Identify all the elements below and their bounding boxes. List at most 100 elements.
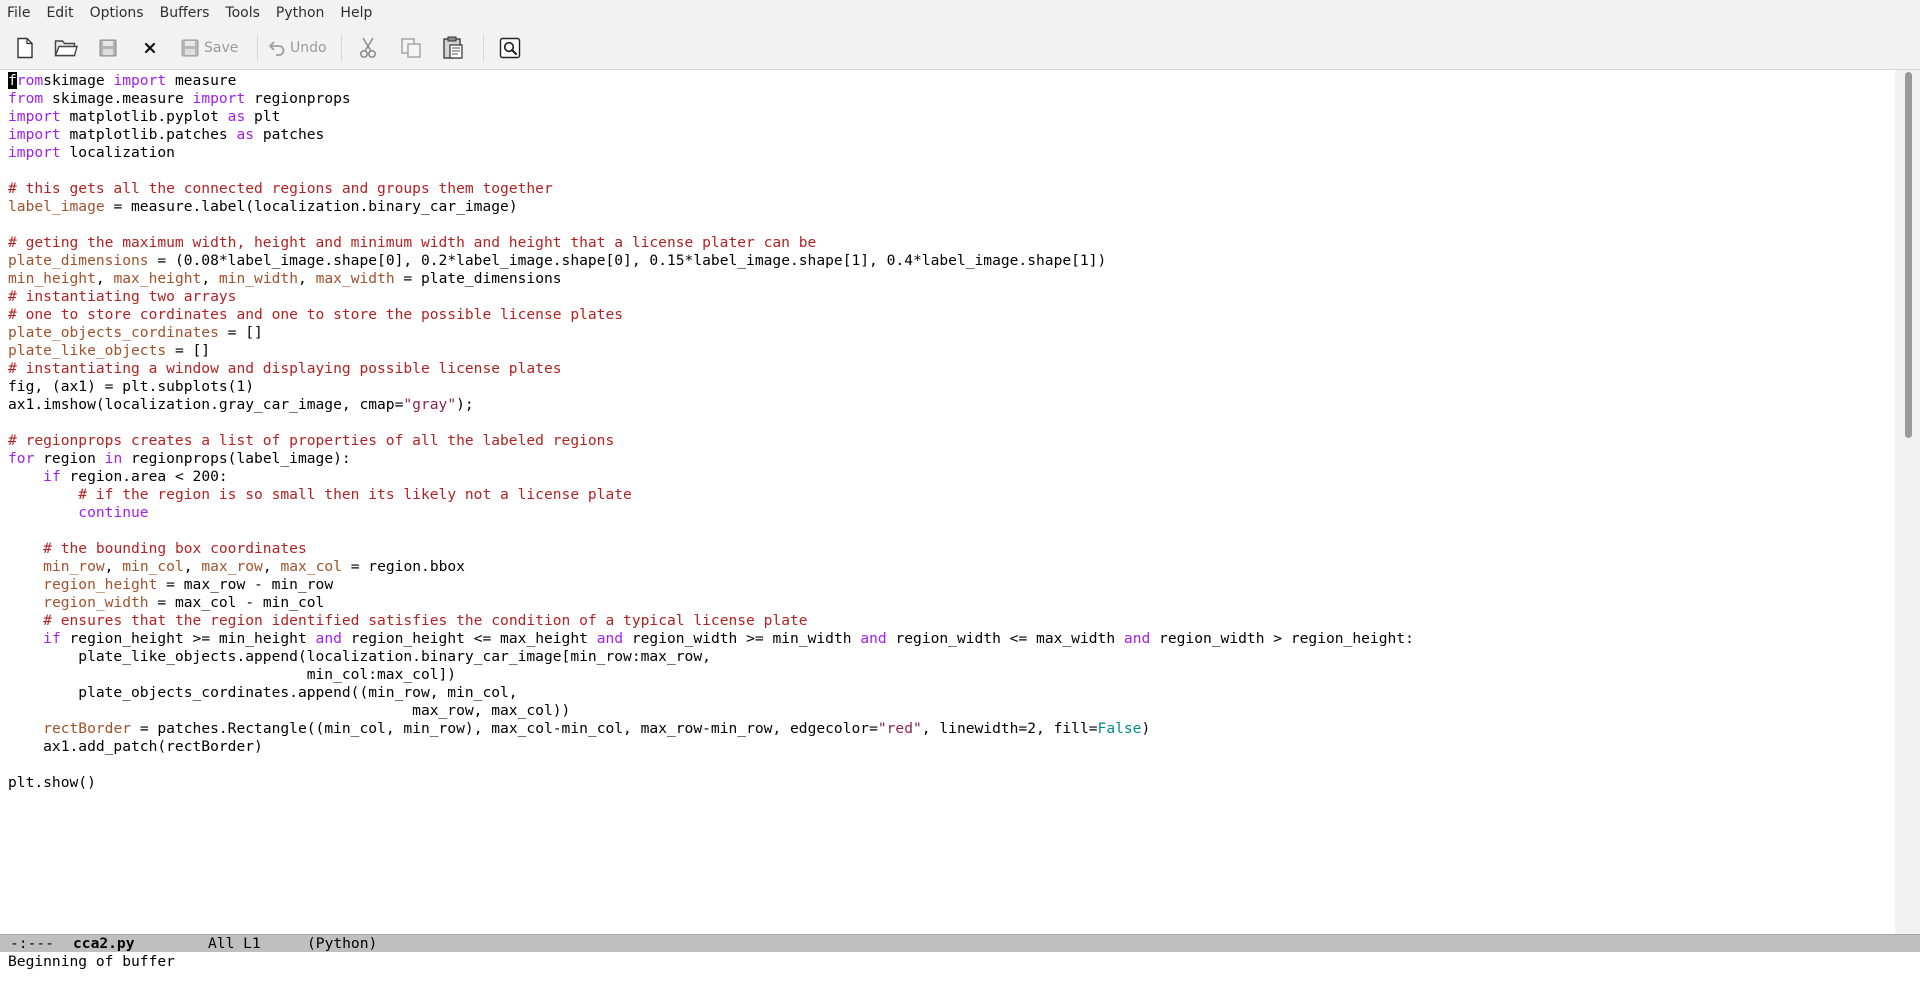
code-line[interactable]: if region_height >= min_height and regio… [8,630,1892,648]
code-token: matplotlib.patches [60,126,237,143]
code-line[interactable]: fromskimage import measure [8,72,1892,90]
code-token: region_height >= min_height [60,630,316,647]
code-line[interactable]: plate_objects_cordinates.append((min_row… [8,684,1892,702]
code-token: plt.show() [8,774,96,791]
menu-edit[interactable]: Edit [38,0,81,26]
code-line[interactable]: ​ [8,216,1892,234]
code-line[interactable]: # this gets all the connected regions an… [8,180,1892,198]
code-text[interactable]: fromskimage import measure from skimage.m… [8,70,1892,792]
disk-button[interactable] [96,34,120,62]
keyword-token: continue [78,504,149,521]
code-line[interactable]: ​ [8,522,1892,540]
code-line[interactable]: continue [8,504,1892,522]
code-line[interactable]: for region in regionprops(label_image): [8,450,1892,468]
save-icon [181,39,199,57]
vertical-scrollbar[interactable] [1895,70,1920,936]
code-line[interactable]: if region.area < 200: [8,468,1892,486]
search-button[interactable] [496,34,524,62]
code-token: localization [60,144,175,161]
code-line[interactable]: # regionprops creates a list of properti… [8,432,1892,450]
code-token: regionprops [245,90,351,107]
close-button[interactable] [140,34,160,62]
keyword-token: import [8,126,61,143]
code-line[interactable]: rectBorder = patches.Rectangle((min_col,… [8,720,1892,738]
keyword-token: as [236,126,255,143]
code-token: ); [456,396,474,413]
code-line[interactable]: fig, (ax1) = plt.subplots(1) [8,378,1892,396]
menu-options[interactable]: Options [82,0,152,26]
paste-icon [443,36,463,59]
code-line[interactable]: # one to store cordinates and one to sto… [8,306,1892,324]
save-button[interactable]: Save [180,34,242,62]
cut-button[interactable] [354,34,382,62]
text-cursor: f [8,72,17,89]
code-line[interactable]: label_image = measure.label(localization… [8,198,1892,216]
scrollbar-thumb[interactable] [1905,72,1912,438]
code-line[interactable]: # the bounding box coordinates [8,540,1892,558]
code-token: = (0.08*label_image.shape[0], 0.2*label_… [148,252,1107,269]
code-token: = [] [166,342,211,359]
code-line[interactable]: # instantiating two arrays [8,288,1892,306]
code-token: , [262,558,281,575]
open-file-button[interactable] [52,34,80,62]
copy-icon [401,38,421,58]
copy-button[interactable] [397,34,425,62]
code-line[interactable]: # geting the maximum width, height and m… [8,234,1892,252]
code-line[interactable]: plate_dimensions = (0.08*label_image.sha… [8,252,1892,270]
code-token: min_col:max_col]) [8,666,457,683]
code-line[interactable]: import matplotlib.pyplot as plt [8,108,1892,126]
menu-python[interactable]: Python [268,0,333,26]
new-file-button[interactable] [12,34,38,62]
code-line[interactable]: min_height, max_height, min_width, max_w… [8,270,1892,288]
code-line[interactable]: plate_objects_cordinates = [] [8,324,1892,342]
string-token: "gray" [403,396,457,413]
menu-help[interactable]: Help [332,0,380,26]
code-line[interactable]: from skimage.measure import regionprops [8,90,1892,108]
code-line[interactable]: import matplotlib.patches as patches [8,126,1892,144]
code-line[interactable]: ax1.imshow(localization.gray_car_image, … [8,396,1892,414]
modeline-major-mode[interactable]: (Python) [307,935,377,952]
menu-bar: File Edit Options Buffers Tools Python H… [0,0,1920,26]
keyword-token: and [315,630,342,647]
code-line[interactable]: ax1.add_patch(rectBorder) [8,738,1892,756]
keyword-token: in [104,450,123,467]
code-line[interactable]: import localization [8,144,1892,162]
code-line[interactable]: min_col:max_col]) [8,666,1892,684]
code-line[interactable]: region_width = max_col - min_col [8,594,1892,612]
code-line[interactable]: plate_like_objects = [] [8,342,1892,360]
keyword-token: for [8,450,35,467]
paste-button[interactable] [439,34,467,62]
keyword-token: and [1123,630,1151,647]
code-token: ax1.add_patch(rectBorder) [8,738,263,755]
code-line[interactable]: # if the region is so small then its lik… [8,486,1892,504]
code-line[interactable]: # ensures that the region identified sat… [8,612,1892,630]
code-line[interactable]: min_row, min_col, max_row, max_col = reg… [8,558,1892,576]
code-line[interactable]: plate_like_objects.append(localization.b… [8,648,1892,666]
code-line[interactable]: # instantiating a window and displaying … [8,360,1892,378]
code-line[interactable]: ​ [8,162,1892,180]
keyword-token: from [8,72,44,89]
new-file-icon [17,37,33,59]
code-line[interactable]: ​ [8,756,1892,774]
keyword-token: import [192,90,246,107]
code-line[interactable]: max_row, max_col)) [8,702,1892,720]
undo-button[interactable]: Undo [268,34,330,62]
variable-token: max_height [113,270,202,287]
code-token: = max_col - min_col [148,594,325,611]
save-label: Save [204,40,239,56]
code-line[interactable]: region_height = max_row - min_row [8,576,1892,594]
code-line[interactable]: ​ [8,414,1892,432]
code-token: , [201,270,219,287]
menu-buffers[interactable]: Buffers [152,0,218,26]
menu-tools[interactable]: Tools [217,0,268,26]
code-line[interactable]: plt.show() [8,774,1892,792]
modeline-position: All L1 [208,935,261,952]
menu-file[interactable]: File [0,0,38,26]
code-token: = measure.label(localization.binary_car_… [104,198,518,215]
code-editor[interactable]: fromskimage import measure from skimage.m… [8,70,1892,936]
modeline-buffer-name[interactable]: cca2.py [73,935,135,952]
variable-token: plate_like_objects [8,342,167,359]
